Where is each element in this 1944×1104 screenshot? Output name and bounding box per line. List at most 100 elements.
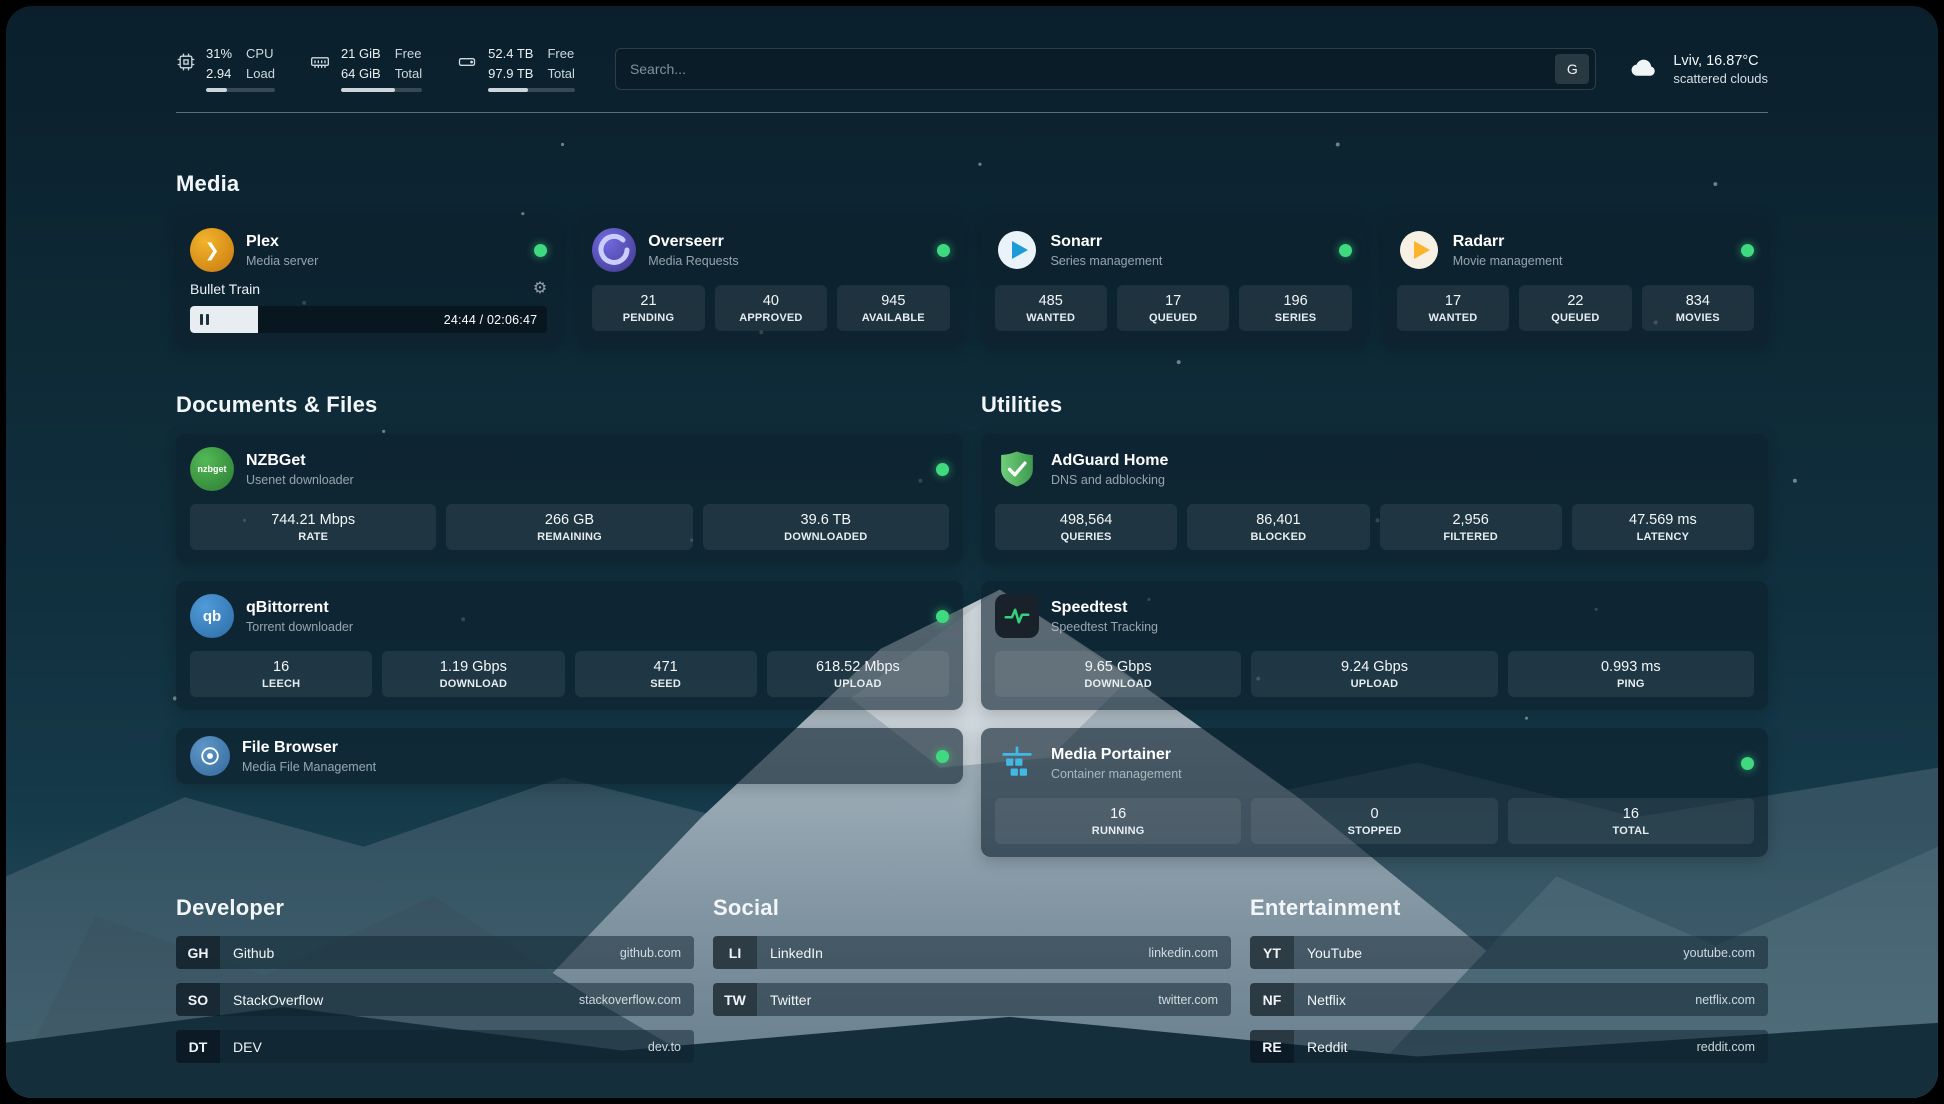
service-desc: Torrent downloader (246, 620, 353, 634)
service-name: NZBGet (246, 452, 354, 470)
stat-tile: 196 SERIES (1239, 285, 1351, 331)
bookmark-abbr: RE (1250, 1030, 1294, 1063)
stat-tile: 0 STOPPED (1251, 798, 1497, 844)
search-engine-badge[interactable]: G (1555, 54, 1589, 84)
service-desc: Media File Management (242, 760, 376, 774)
bookmark-abbr: GH (176, 936, 220, 969)
service-card-radarr[interactable]: Radarr Movie management 17 WANTED 22 QUE… (1383, 215, 1768, 346)
player-time: 24:44 / 02:06:47 (444, 313, 538, 327)
stat-tile: 485 WANTED (995, 285, 1107, 331)
cpu-label-top: CPU (246, 46, 275, 62)
service-desc: Media Requests (648, 254, 738, 268)
bookmark-netflix[interactable]: NF Netflix netflix.com (1250, 983, 1768, 1016)
cpu-widget: 31% 2.94 CPU Load (176, 46, 275, 92)
status-dot (936, 463, 949, 476)
memory-label-top: Free (395, 46, 422, 62)
status-dot (1741, 244, 1754, 257)
stat-tile: 834 MOVIES (1642, 285, 1754, 331)
stat-tile: 471 SEED (575, 651, 757, 697)
bookmark-url: reddit.com (1697, 1040, 1755, 1054)
bookmark-group-entertainment: Entertainment YT YouTube youtube.com NF … (1250, 895, 1768, 1063)
nzbget-icon: nzbget (190, 447, 234, 491)
stat-tile: 2,956 FILTERED (1380, 504, 1562, 550)
cpu-label-bottom: Load (246, 66, 275, 82)
weather-widget: Lviv, 16.87°C scattered clouds (1626, 52, 1768, 87)
radarr-icon (1397, 228, 1441, 272)
memory-total: 64 GiB (341, 66, 381, 82)
memory-widget: 21 GiB 64 GiB Free Total (309, 46, 422, 92)
section-title-documents: Documents & Files (176, 392, 963, 418)
bookmark-reddit[interactable]: RE Reddit reddit.com (1250, 1030, 1768, 1063)
weather-location: Lviv, 16.87°C (1673, 53, 1768, 69)
section-title-media: Media (176, 171, 1768, 197)
disk-widget: 52.4 TB 97.9 TB Free Total (456, 46, 575, 92)
stat-tile: 945 AVAILABLE (837, 285, 949, 331)
stat-tile: 17 WANTED (1397, 285, 1509, 331)
service-card-plex[interactable]: ❯ Plex Media server Bullet Train ⚙ (176, 215, 561, 346)
service-card-filebrowser[interactable]: File Browser Media File Management (176, 728, 963, 784)
bookmark-url: github.com (620, 946, 681, 960)
stat-tile: 86,401 BLOCKED (1187, 504, 1369, 550)
memory-progress-bar (341, 88, 422, 92)
bookmark-name: Netflix (1307, 992, 1346, 1008)
stat-tile: 9.24 Gbps UPLOAD (1251, 651, 1497, 697)
service-card-qbittorrent[interactable]: qb qBittorrent Torrent downloader 16 (176, 581, 963, 710)
memory-free: 21 GiB (341, 46, 381, 62)
service-card-overseerr[interactable]: Overseerr Media Requests 21 PENDING 40 A… (578, 215, 963, 346)
now-playing-title: Bullet Train (190, 281, 260, 297)
disk-label-bottom: Total (547, 66, 574, 82)
stat-tile: 16 TOTAL (1508, 798, 1754, 844)
service-desc: Movie management (1453, 254, 1563, 268)
search-input[interactable] (630, 61, 1555, 77)
disk-label-top: Free (547, 46, 574, 62)
sonarr-icon (995, 228, 1039, 272)
settings-gear-icon[interactable]: ⚙ (533, 281, 547, 297)
bookmark-url: dev.to (648, 1040, 681, 1054)
stat-tile: 0.993 ms PING (1508, 651, 1754, 697)
status-dot (1339, 244, 1352, 257)
bookmark-twitter[interactable]: TW Twitter twitter.com (713, 983, 1231, 1016)
dashboard-page: 31% 2.94 CPU Load (6, 6, 1938, 1098)
bookmark-dev[interactable]: DT DEV dev.to (176, 1030, 694, 1063)
stat-tile: 1.19 Gbps DOWNLOAD (382, 651, 564, 697)
status-dot (937, 244, 950, 257)
service-card-adguard[interactable]: AdGuard Home DNS and adblocking 498,564 … (981, 434, 1768, 563)
memory-label-bottom: Total (395, 66, 422, 82)
service-name: AdGuard Home (1051, 452, 1168, 470)
bookmark-stackoverflow[interactable]: SO StackOverflow stackoverflow.com (176, 983, 694, 1016)
plex-player-bar[interactable]: 24:44 / 02:06:47 (190, 306, 547, 333)
status-dot (1741, 757, 1754, 770)
search-bar[interactable]: G (615, 48, 1596, 90)
stat-tile: 744.21 Mbps RATE (190, 504, 436, 550)
section-title-entertainment: Entertainment (1250, 895, 1768, 921)
documents-column: Documents & Files nzbget NZBGet Usenet d… (176, 392, 963, 857)
service-card-speedtest[interactable]: Speedtest Speedtest Tracking 9.65 Gbps D… (981, 581, 1768, 710)
bookmark-name: DEV (233, 1039, 262, 1055)
status-dot (936, 750, 949, 763)
bookmark-group-social: Social LI LinkedIn linkedin.com TW Twitt… (713, 895, 1231, 1063)
bookmark-abbr: NF (1250, 983, 1294, 1016)
service-card-nzbget[interactable]: nzbget NZBGet Usenet downloader 744.21 M… (176, 434, 963, 563)
status-dot (936, 610, 949, 623)
disk-icon (456, 52, 478, 77)
bookmark-github[interactable]: GH Github github.com (176, 936, 694, 969)
status-dot (534, 244, 547, 257)
plex-icon: ❯ (190, 228, 234, 272)
bookmark-youtube[interactable]: YT YouTube youtube.com (1250, 936, 1768, 969)
bookmark-name: YouTube (1307, 945, 1362, 961)
weather-condition: scattered clouds (1673, 71, 1768, 86)
stat-tile: 16 RUNNING (995, 798, 1241, 844)
service-name: Sonarr (1051, 233, 1163, 251)
service-card-portainer[interactable]: Media Portainer Container management 16 … (981, 728, 1768, 857)
adguard-icon (995, 447, 1039, 491)
cpu-icon (176, 52, 196, 77)
cpu-load: 2.94 (206, 66, 232, 82)
service-card-sonarr[interactable]: Sonarr Series management 485 WANTED 17 Q… (981, 215, 1366, 346)
bookmark-linkedin[interactable]: LI LinkedIn linkedin.com (713, 936, 1231, 969)
service-name: qBittorrent (246, 599, 353, 617)
service-name: Speedtest (1051, 599, 1158, 617)
disk-progress-bar (488, 88, 575, 92)
qbittorrent-icon: qb (190, 594, 234, 638)
pause-button[interactable] (200, 314, 209, 325)
bookmark-abbr: LI (713, 936, 757, 969)
